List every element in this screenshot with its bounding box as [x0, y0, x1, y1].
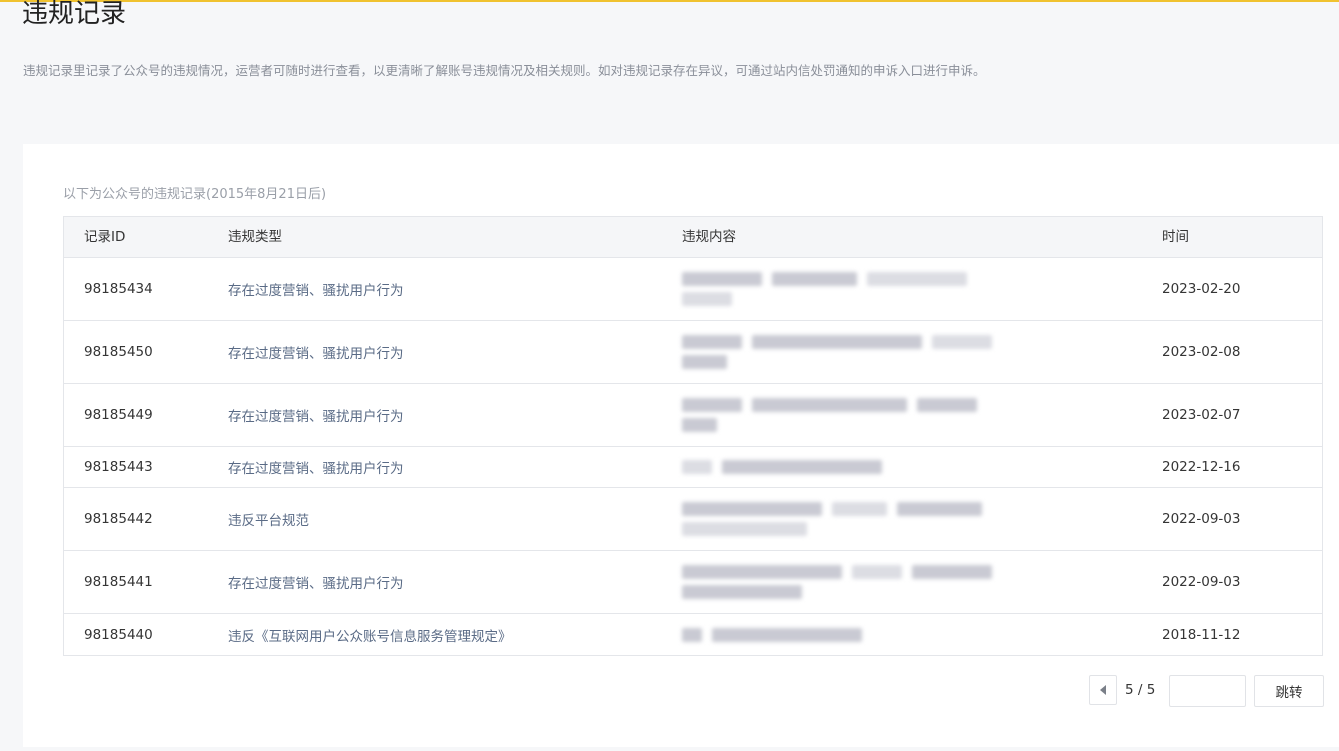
- table-row: 98185442 违反平台规范 2022-09-03: [64, 488, 1322, 551]
- table-row: 98185449 存在过度营销、骚扰用户行为 2023-02-07: [64, 384, 1322, 447]
- violation-table: 记录ID 违规类型 违规内容 时间 98185434 存在过度营销、骚扰用户行为: [63, 216, 1323, 656]
- record-time: 2023-02-07: [1162, 407, 1241, 423]
- table-header: 记录ID 违规类型 违规内容 时间: [64, 217, 1322, 258]
- records-card: 以下为公众号的违规记录(2015年8月21日后) 记录ID 违规类型 违规内容 …: [23, 144, 1339, 747]
- table-row: 98185441 存在过度营销、骚扰用户行为 2022-09-03: [64, 551, 1322, 614]
- record-id: 98185449: [84, 407, 153, 423]
- header-id: 记录ID: [84, 229, 126, 245]
- header-type: 违规类型: [228, 229, 282, 245]
- violation-content-redacted: [682, 614, 862, 655]
- record-time: 2018-11-12: [1162, 626, 1241, 643]
- record-time: 2022-09-03: [1162, 574, 1241, 590]
- table-row: 98185443 存在过度营销、骚扰用户行为 2022-12-16: [64, 447, 1322, 488]
- top-accent-bar: [0, 0, 1339, 2]
- page-title: 违规记录: [22, 0, 127, 29]
- violation-content-redacted: [682, 447, 882, 487]
- violation-type: 存在过度营销、骚扰用户行为: [228, 576, 404, 592]
- pager-jump-input[interactable]: [1169, 675, 1246, 707]
- table-row: 98185440 违反《互联网用户公众账号信息服务管理规定》 2018-11-1…: [64, 614, 1322, 655]
- record-id: 98185442: [84, 511, 153, 527]
- violation-content-redacted: [682, 258, 967, 320]
- record-id: 98185443: [84, 459, 153, 475]
- header-time: 时间: [1162, 229, 1189, 245]
- record-id: 98185450: [84, 344, 153, 360]
- chevron-left-icon: [1100, 685, 1106, 695]
- record-time: 2022-09-03: [1162, 511, 1241, 527]
- violation-type: 存在过度营销、骚扰用户行为: [228, 461, 404, 477]
- header-content: 违规内容: [682, 229, 736, 245]
- table-row: 98185434 存在过度营销、骚扰用户行为 2023-02-20: [64, 258, 1322, 321]
- violation-content-redacted: [682, 384, 977, 446]
- violation-content-redacted: [682, 321, 992, 383]
- pager-jump-button[interactable]: 跳转: [1254, 675, 1324, 707]
- record-time: 2023-02-08: [1162, 344, 1241, 360]
- violation-content-redacted: [682, 488, 982, 550]
- pager-page-count: 5 / 5: [1125, 682, 1156, 698]
- record-id: 98185440: [84, 626, 153, 643]
- pager-prev-button[interactable]: [1089, 675, 1117, 705]
- violation-content-redacted: [682, 551, 992, 613]
- violation-type: 存在过度营销、骚扰用户行为: [228, 283, 404, 299]
- table-row: 98185450 存在过度营销、骚扰用户行为 2023-02-08: [64, 321, 1322, 384]
- record-time: 2023-02-20: [1162, 281, 1241, 297]
- violation-type: 违反《互联网用户公众账号信息服务管理规定》: [228, 628, 512, 645]
- record-time: 2022-12-16: [1162, 459, 1241, 475]
- violation-type: 存在过度营销、骚扰用户行为: [228, 409, 404, 425]
- violation-type: 存在过度营销、骚扰用户行为: [228, 346, 404, 362]
- violation-type: 违反平台规范: [228, 513, 309, 529]
- record-id: 98185441: [84, 574, 153, 590]
- page-description: 违规记录里记录了公众号的违规情况，运营者可随时进行查看，以更清晰了解账号违规情况…: [23, 63, 986, 78]
- table-caption: 以下为公众号的违规记录(2015年8月21日后): [63, 187, 327, 202]
- record-id: 98185434: [84, 281, 153, 297]
